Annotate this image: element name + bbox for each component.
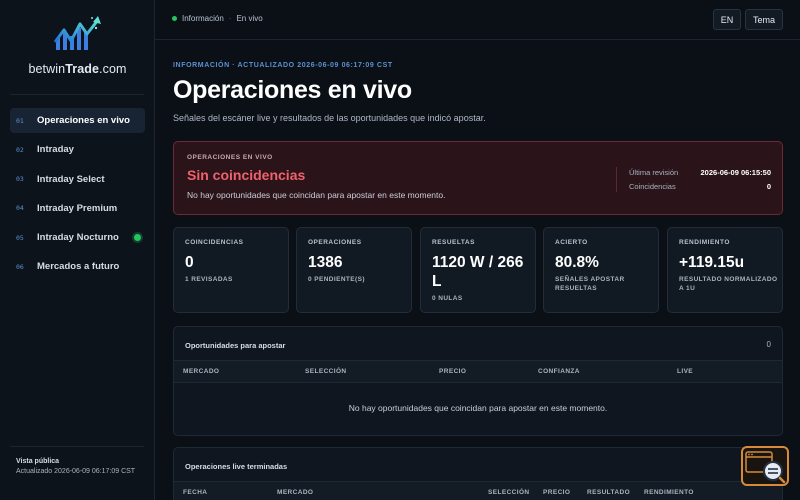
stat-card-coincidencias: COINCIDENCIAS 0 1 REVISADAS: [173, 227, 289, 313]
column-header-mercado[interactable]: MERCADO: [183, 368, 219, 375]
stats-cards: COINCIDENCIAS 0 1 REVISADAS OPERACIONES …: [173, 227, 783, 313]
page-kicker: INFORMACIÓN · ACTUALIZADO 2026-06-09 06:…: [173, 62, 393, 69]
status-alert: OPERACIONES EN VIVO Sin coincidencias No…: [173, 141, 783, 215]
column-header-live[interactable]: LIVE: [677, 368, 693, 375]
column-header-fecha[interactable]: FECHA: [183, 489, 207, 496]
language-button[interactable]: EN: [713, 9, 741, 30]
sidebar-item-intraday[interactable]: 02 Intraday: [10, 137, 145, 162]
divider: [616, 167, 617, 192]
empty-state-message: No hay oportunidades que coincidan para …: [348, 403, 608, 413]
alert-message: No hay oportunidades que coincidan para …: [187, 190, 446, 200]
stat-card-operaciones: OPERACIONES 1386 0 PENDIENTE(S): [296, 227, 412, 313]
breadcrumb-item-informacion[interactable]: Información: [182, 14, 224, 23]
column-header-seleccion[interactable]: SELECCIÓN: [305, 368, 347, 375]
sidebar-item-intraday-select[interactable]: 03 Intraday Select: [10, 167, 145, 192]
sidebar: betwinTrade.com 01 Operaciones en vivo 0…: [0, 0, 155, 500]
page-subtitle: Señales del escáner live y resultados de…: [173, 113, 486, 123]
browser-search-icon: [745, 451, 786, 484]
alert-kicker: OPERACIONES EN VIVO: [187, 154, 273, 161]
theme-button[interactable]: Tema: [745, 9, 783, 30]
breadcrumb-separator: ·: [228, 14, 232, 23]
updated-timestamp: Actualizado 2026-06-09 06:17:09 CST: [16, 468, 136, 475]
view-mode-label: Vista pública: [16, 458, 60, 465]
column-header-mercado[interactable]: MERCADO: [277, 489, 313, 496]
sidebar-item-operaciones-en-vivo[interactable]: 01 Operaciones en vivo: [10, 108, 145, 133]
sidebar-item-intraday-nocturno[interactable]: 05 Intraday Nocturno: [10, 225, 145, 250]
table-header: MERCADO SELECCIÓN PRECIO CONFIANZA LIVE: [174, 360, 782, 383]
floating-widget-button[interactable]: [741, 446, 789, 486]
page-title: Operaciones en vivo: [173, 76, 412, 104]
matches-row: Coincidencias 0: [629, 182, 771, 191]
topbar: Información · En vivo EN Tema: [155, 0, 800, 40]
brand-name[interactable]: betwinTrade.com: [0, 62, 155, 76]
last-review-row: Última revisión 2026-06-09 06:15:50: [629, 168, 771, 177]
column-header-confianza[interactable]: CONFIANZA: [538, 368, 580, 375]
sidebar-item-mercados-a-futuro[interactable]: 06 Mercados a futuro: [10, 254, 145, 279]
stat-card-acierto: ACIERTO 80.8% SEÑALES APOSTAR RESUELTAS: [543, 227, 659, 313]
sidebar-nav: 01 Operaciones en vivo 02 Intraday 03 In…: [10, 108, 145, 284]
status-dot-icon: [172, 16, 177, 21]
sidebar-item-intraday-premium[interactable]: 04 Intraday Premium: [10, 196, 145, 221]
alert-title: Sin coincidencias: [187, 167, 306, 183]
panel-title: Operaciones live terminadas: [185, 462, 288, 471]
stat-card-rendimiento: RENDIMIENTO +119.15u RESULTADO NORMALIZA…: [667, 227, 783, 313]
finished-operations-panel: Operaciones live terminadas FECHA MERCAD…: [173, 447, 783, 500]
breadcrumb-item-en-vivo: En vivo: [236, 14, 263, 23]
opportunities-count: 0: [766, 340, 771, 349]
table-header: FECHA MERCADO SELECCIÓN PRECIO RESULTADO…: [174, 481, 782, 500]
column-header-rendimiento[interactable]: RENDIMIENTO: [644, 489, 694, 496]
column-header-seleccion[interactable]: SELECCIÓN: [488, 489, 530, 496]
breadcrumb: Información · En vivo: [172, 14, 263, 23]
live-indicator-icon: [134, 234, 141, 242]
sidebar-footer: Vista pública Actualizado 2026-06-09 06:…: [16, 457, 146, 477]
brand-logo-icon[interactable]: [52, 14, 102, 54]
column-header-precio[interactable]: PRECIO: [543, 489, 570, 496]
divider: [10, 94, 144, 95]
column-header-precio[interactable]: PRECIO: [439, 368, 466, 375]
stat-card-resueltas: RESUELTAS 1120 W / 266 L 0 NULAS: [420, 227, 536, 313]
column-header-resultado[interactable]: RESULTADO: [587, 489, 630, 496]
panel-title: Oportunidades para apostar: [185, 341, 286, 350]
divider: [10, 446, 144, 447]
opportunities-panel: Oportunidades para apostar 0 MERCADO SEL…: [173, 326, 783, 436]
